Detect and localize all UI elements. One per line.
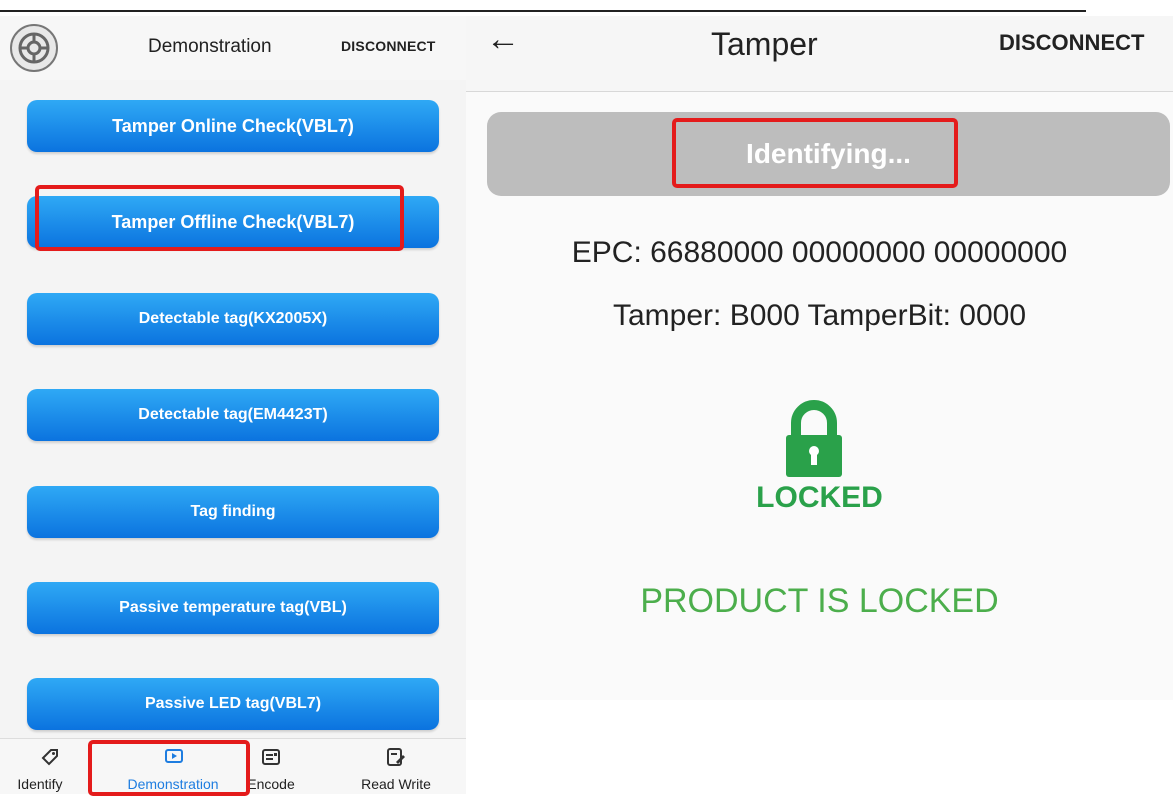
highlight-box bbox=[88, 740, 250, 796]
nav-label-identify: Identify bbox=[17, 776, 63, 792]
nav-item-read-write[interactable]: Read Write bbox=[346, 739, 446, 795]
passive-led-tag-button[interactable]: Passive LED tag(VBL7) bbox=[27, 678, 439, 730]
nav-item-identify[interactable]: Identify bbox=[0, 739, 90, 795]
app-header: Demonstration DISCONNECT bbox=[0, 16, 466, 80]
demonstration-screen: Demonstration DISCONNECT Tamper Online C… bbox=[0, 16, 466, 796]
card-icon bbox=[260, 747, 282, 767]
highlight-box bbox=[35, 185, 404, 251]
locked-label: LOCKED bbox=[756, 481, 883, 514]
tag-finding-button[interactable]: Tag finding bbox=[27, 486, 439, 538]
status-message: PRODUCT IS LOCKED bbox=[640, 582, 999, 620]
lock-icon bbox=[777, 399, 851, 484]
nav-label-read-write: Read Write bbox=[361, 776, 431, 792]
disconnect-button[interactable]: DISCONNECT bbox=[341, 38, 436, 54]
tamper-screen: ← Tamper DISCONNECT Identifying... EPC: … bbox=[466, 16, 1173, 700]
tag-icon bbox=[39, 747, 61, 767]
edit-icon bbox=[385, 747, 407, 767]
app-logo-icon[interactable] bbox=[10, 24, 58, 72]
tamper-header: ← Tamper DISCONNECT bbox=[466, 16, 1173, 92]
page-title: Tamper bbox=[711, 26, 818, 62]
detectable-tag-em4423t-button[interactable]: Detectable tag(EM4423T) bbox=[27, 389, 439, 441]
back-arrow-icon[interactable]: ← bbox=[486, 22, 520, 56]
top-divider-line bbox=[0, 10, 1086, 12]
disconnect-button[interactable]: DISCONNECT bbox=[999, 30, 1144, 56]
tamper-info: Tamper: B000 TamperBit: 0000 bbox=[612, 299, 1026, 332]
page-title: Demonstration bbox=[148, 36, 272, 57]
tamper-online-check-button[interactable]: Tamper Online Check(VBL7) bbox=[27, 100, 439, 152]
passive-temperature-tag-button[interactable]: Passive temperature tag(VBL) bbox=[27, 582, 439, 634]
highlight-box bbox=[672, 118, 958, 188]
epc-value: EPC: 66880000 00000000 00000000 bbox=[571, 236, 1068, 269]
detectable-tag-kx2005x-button[interactable]: Detectable tag(KX2005X) bbox=[27, 293, 439, 345]
